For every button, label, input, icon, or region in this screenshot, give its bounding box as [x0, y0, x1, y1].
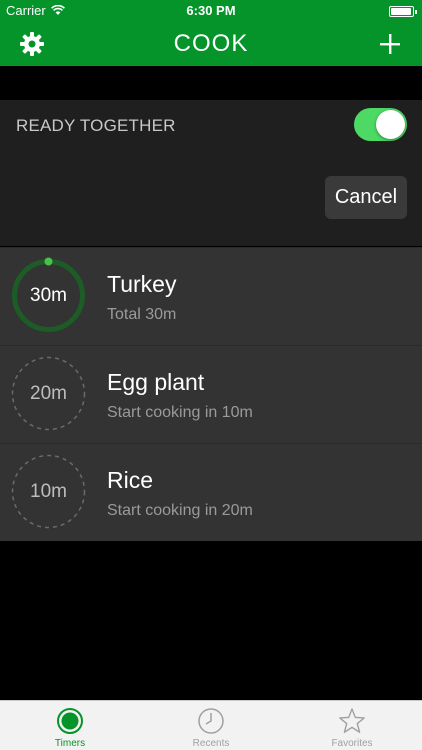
- clock-icon: [198, 708, 224, 734]
- tab-recents[interactable]: Recents: [141, 701, 281, 750]
- tab-favorites[interactable]: Favorites: [282, 701, 422, 750]
- cancel-button[interactable]: Cancel: [325, 176, 407, 219]
- plus-icon[interactable]: [376, 30, 404, 58]
- timer-duration: 10m: [30, 480, 67, 502]
- star-icon: [339, 708, 365, 733]
- timer-name: Egg plant: [107, 369, 205, 395]
- battery-icon: [389, 6, 417, 17]
- timer-ring: 10m: [10, 453, 87, 530]
- timer-ring: 20m: [10, 355, 87, 432]
- tab-bar: Timers Recents Favorites: [0, 700, 422, 750]
- timer-subtitle: Total 30m: [107, 306, 177, 323]
- timer-list: 30m Turkey Total 30m 20m Egg plant Start…: [0, 247, 422, 541]
- nav-bar: COOK: [0, 22, 422, 66]
- ready-together-label: READY TOGETHER: [16, 116, 176, 135]
- tab-label: Favorites: [331, 738, 373, 749]
- timer-name: Rice: [107, 467, 154, 493]
- timer-name: Turkey: [107, 271, 177, 297]
- page-title: COOK: [173, 30, 249, 57]
- timer-duration: 20m: [30, 382, 67, 404]
- timer-row[interactable]: 10m Rice Start cooking in 20m: [0, 443, 422, 540]
- timer-row[interactable]: 30m Turkey Total 30m: [0, 247, 422, 344]
- timer-subtitle: Start cooking in 10m: [107, 404, 253, 421]
- toggle-knob: [376, 110, 405, 139]
- tab-label: Timers: [54, 738, 86, 749]
- timer-duration: 30m: [30, 284, 67, 306]
- tab-timers[interactable]: Timers: [0, 701, 140, 750]
- timer-icon: [57, 708, 83, 734]
- status-time: 6:30 PM: [186, 3, 236, 18]
- timer-ring: 30m: [10, 257, 87, 334]
- tab-label: Recents: [192, 738, 230, 749]
- timer-subtitle: Start cooking in 20m: [107, 502, 253, 519]
- timer-row[interactable]: 20m Egg plant Start cooking in 10m: [0, 345, 422, 442]
- ready-together-toggle[interactable]: [354, 108, 407, 141]
- status-bar: Carrier 6:30 PM: [0, 0, 422, 22]
